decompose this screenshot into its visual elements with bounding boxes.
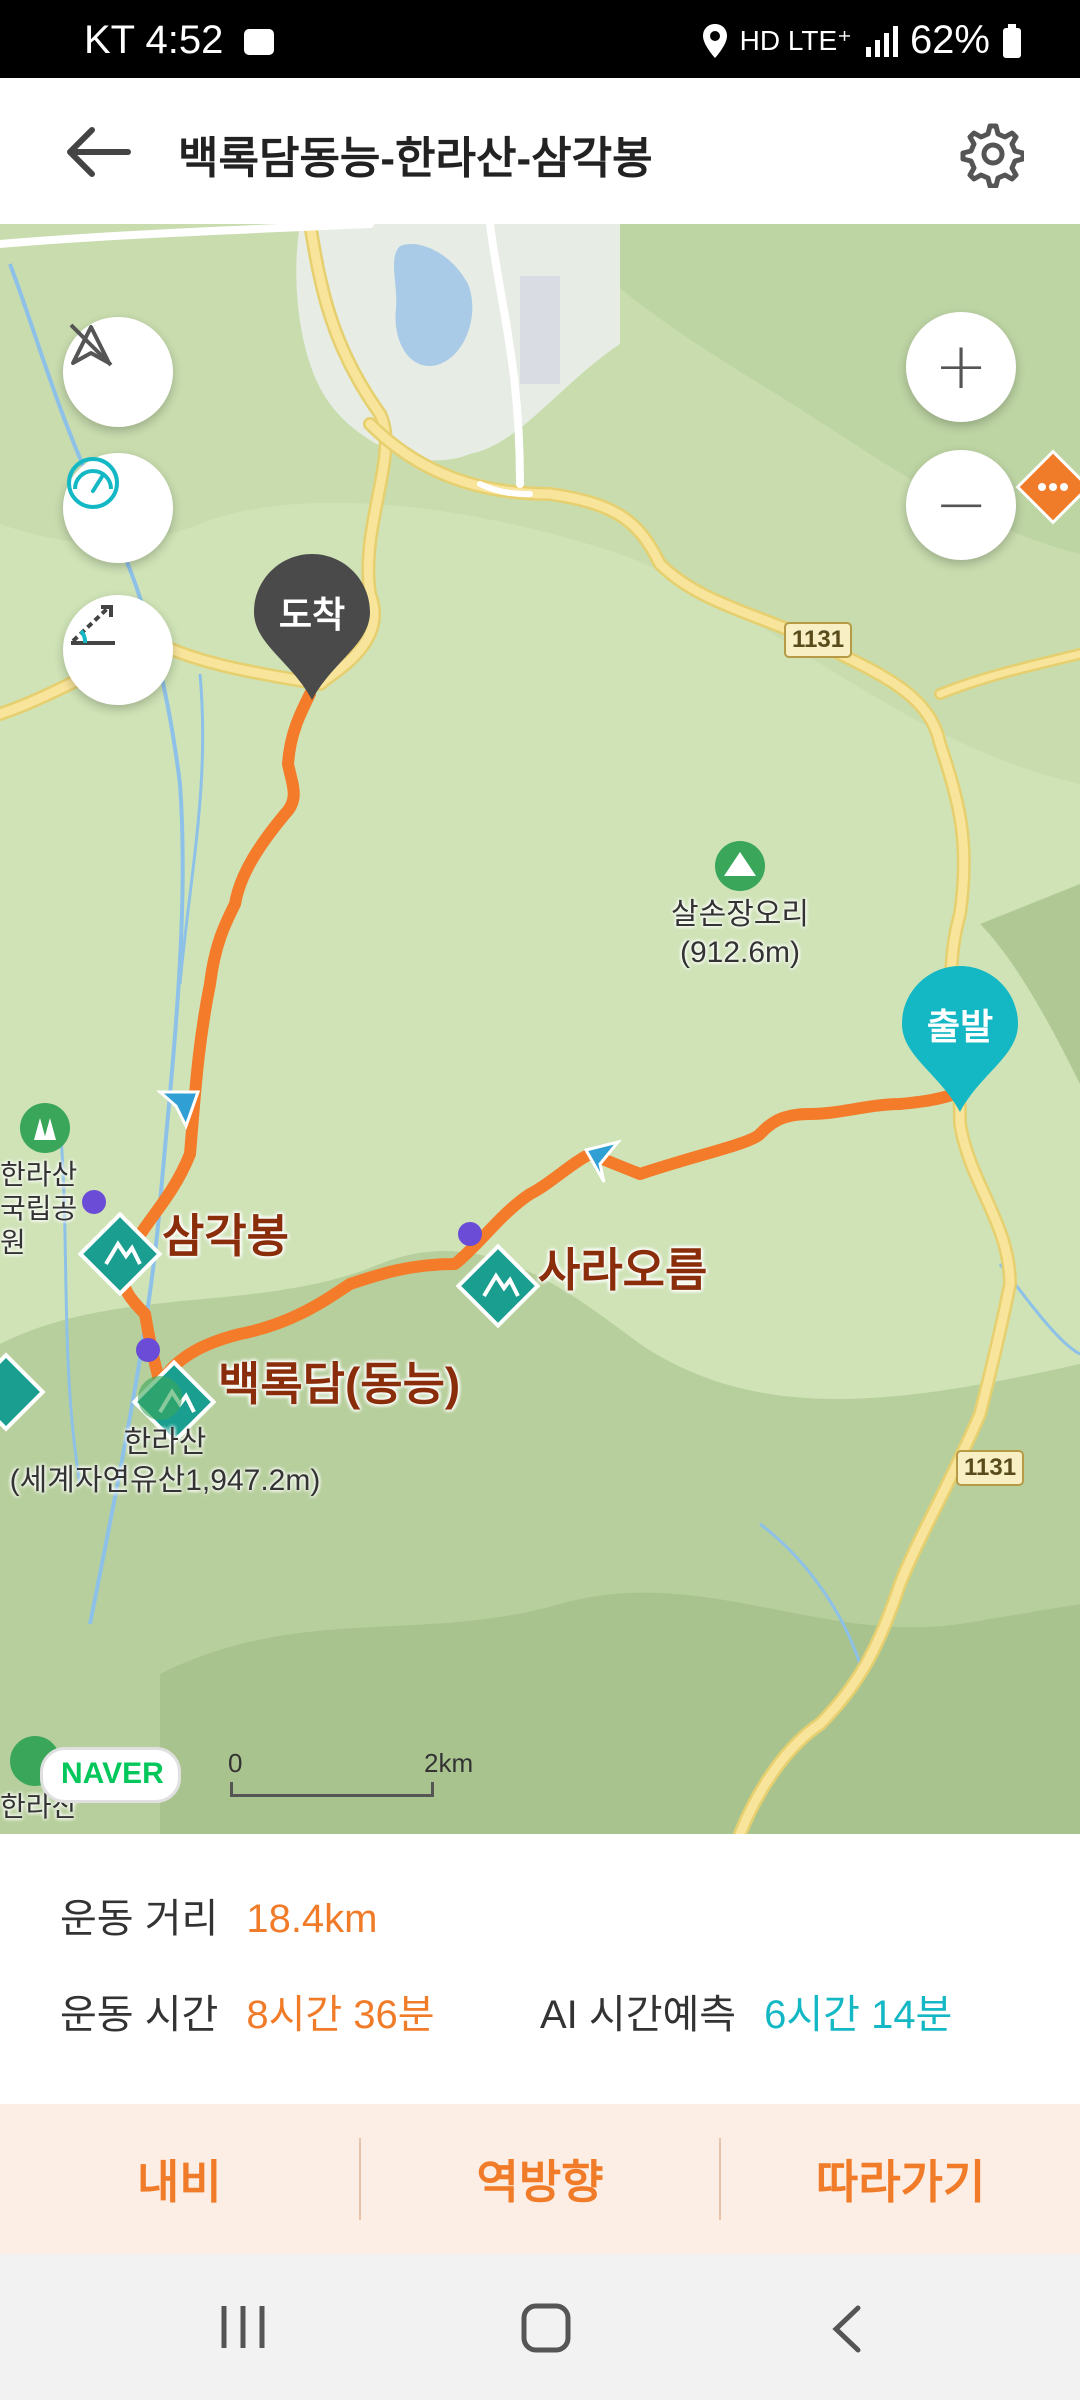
gear-icon[interactable]: [956, 120, 1024, 188]
zoom-out-button[interactable]: −: [906, 450, 1016, 560]
poi-detail: (912.6m): [679, 936, 801, 969]
scale-start: 0: [228, 1748, 243, 1778]
app-bar: 백록담동능-한라산-삼각봉: [0, 78, 1080, 224]
slope-button[interactable]: [63, 595, 173, 705]
peak-label-saraoreum[interactable]: 사라오름: [538, 1234, 707, 1300]
navigation-button[interactable]: 내비: [0, 2146, 359, 2212]
zoom-in-button[interactable]: +: [906, 312, 1016, 422]
status-bar: KT 4:52 HD LTE⁺ 62%: [0, 0, 1080, 78]
poi-label-salson: 살손장오리 (912.6m): [640, 896, 840, 972]
peak-label-samgakbong[interactable]: 삼각봉: [162, 1200, 289, 1266]
speedometer-icon: [67, 457, 119, 509]
poi-detail: (세계자연유산1,947.2m): [9, 1464, 321, 1497]
ai-time-label: AI 시간예측: [540, 1993, 737, 2037]
speed-button[interactable]: [63, 453, 173, 563]
start-pin[interactable]: 출발: [900, 964, 1020, 1114]
status-right: HD LTE⁺ 62%: [702, 18, 1022, 63]
carrier-time: KT 4:52: [84, 18, 224, 62]
time-label: 운동 시간: [60, 1993, 219, 2037]
message-icon: [244, 29, 275, 56]
end-pin[interactable]: 도착: [252, 552, 372, 702]
poi-name: 살손장오리: [671, 898, 809, 931]
poi-detail: 국립공원: [0, 1193, 78, 1258]
home-icon[interactable]: [520, 2302, 572, 2354]
network-text: HD LTE⁺: [739, 25, 852, 56]
time-stat: 운동 시간 8시간 36분: [60, 1982, 435, 2040]
naver-logo: NAVER: [40, 1747, 181, 1803]
compass-off-button[interactable]: [63, 317, 173, 427]
end-pin-label: 도착: [278, 594, 346, 635]
signal-icon: [865, 25, 898, 57]
reverse-button[interactable]: 역방향: [361, 2146, 720, 2212]
ai-time-value: 6시간 14분: [764, 1993, 953, 2037]
scale-bar: [230, 1782, 434, 1797]
road-label: 1131: [956, 1450, 1025, 1486]
peak-label-baengnokdam[interactable]: 백록담(동능): [218, 1348, 460, 1414]
road-label: 1131: [784, 622, 853, 658]
poi-label-hallasan: 한라산 (세계자연유산1,947.2m): [0, 1424, 330, 1500]
poi-name: 한라산: [123, 1426, 207, 1459]
status-left: KT 4:52: [84, 18, 275, 63]
scale-end: 2km: [424, 1748, 474, 1778]
action-bar: 내비 역방향 따라가기: [0, 2104, 1080, 2254]
distance-label: 운동 거리: [60, 1897, 219, 1941]
poi-name: 한라산: [0, 1159, 78, 1190]
poi-label-park: 한라산 국립공원: [0, 1158, 90, 1260]
distance-value: 18.4km: [246, 1897, 378, 1941]
recent-apps-icon[interactable]: [218, 2304, 268, 2350]
battery-text: 62%: [909, 18, 990, 62]
slope-icon: [71, 605, 115, 645]
compass-off-icon: [69, 323, 113, 367]
battery-icon: [1003, 23, 1021, 58]
start-pin-label: 출발: [926, 1006, 994, 1047]
system-nav-bar: [0, 2254, 1080, 2400]
ai-time-stat: AI 시간예측 6시간 14분: [540, 1982, 952, 2040]
page-title: 백록담동능-한라산-삼각봉: [178, 134, 653, 183]
follow-button[interactable]: 따라가기: [721, 2146, 1080, 2212]
time-value: 8시간 36분: [246, 1993, 435, 2037]
summary-sheet: 운동 거리 18.4km 운동 시간 8시간 36분 AI 시간예측 6시간 14분: [0, 1834, 1080, 2104]
map-view[interactable]: + − 도착 출발 삼각봉 사라오름 백록담(동능) 살손장오리 (912.6m…: [0, 224, 1080, 1834]
arrow-left-icon[interactable]: [62, 122, 132, 182]
minus-icon: −: [934, 468, 988, 542]
plus-icon: +: [934, 330, 988, 404]
back-icon[interactable]: [826, 2304, 866, 2354]
location-icon: [702, 23, 727, 58]
distance-stat: 운동 거리 18.4km: [60, 1886, 378, 1944]
